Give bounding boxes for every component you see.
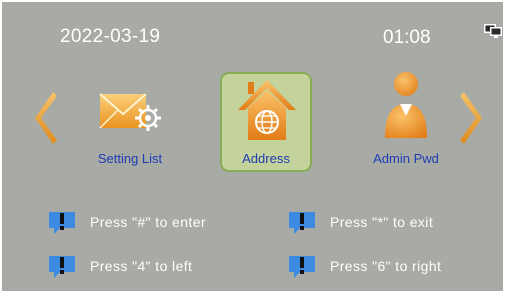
time-display: 01:08: [383, 27, 431, 48]
user-icon: [385, 72, 427, 138]
house-globe-icon: [238, 80, 296, 140]
hint-text: Press "4" to left: [90, 258, 193, 274]
envelope-gear-icon: [99, 93, 161, 131]
info-icon: [289, 256, 315, 278]
menu-item-setting-list[interactable]: Setting List: [78, 72, 182, 172]
menu-item-label: Address: [242, 151, 290, 166]
chevron-left-icon[interactable]: [33, 90, 57, 146]
menu-item-label: Setting List: [97, 151, 163, 166]
menu-item-address[interactable]: Address: [220, 72, 312, 172]
hint-text: Press "*" to exit: [330, 214, 434, 230]
info-icon: [289, 212, 315, 234]
network-computer-icon: [484, 24, 502, 38]
date-display: 2022-03-19: [60, 26, 161, 47]
menu-item-admin-pwd[interactable]: Admin Pwd: [354, 72, 458, 172]
hint-text: Press "#" to enter: [90, 214, 206, 230]
info-icon: [49, 256, 75, 278]
intercom-screen: 2022-03-19 01:08 Setting List Address Ad…: [0, 0, 505, 293]
menu-item-label: Admin Pwd: [373, 151, 439, 166]
hint-text: Press "6" to right: [330, 258, 442, 274]
info-icon: [49, 212, 75, 234]
chevron-right-icon[interactable]: [460, 90, 484, 146]
